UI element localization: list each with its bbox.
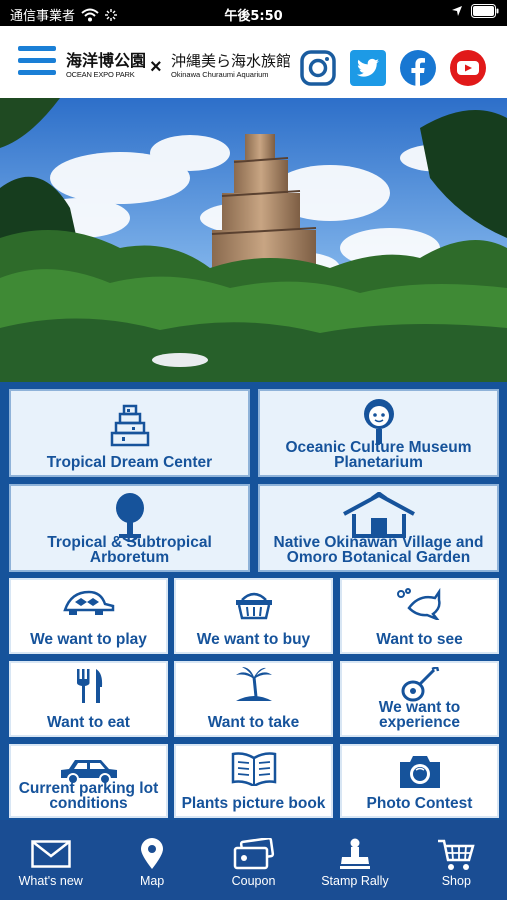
tile-want-to-buy[interactable]: We want to buy [174, 578, 333, 654]
location-arrow-icon [452, 6, 462, 16]
tile-label: Want to take [207, 714, 300, 731]
tab-label: Shop [441, 874, 471, 888]
hero-image-tower [0, 98, 507, 382]
tile-want-to-experience[interactable]: We want to experience [340, 661, 499, 737]
clock: 午後5:50 [224, 9, 283, 24]
stamp-icon [339, 838, 370, 869]
tile-label: We want to experience [378, 699, 461, 731]
logo2-en: Okinawa Churaumi Aquarium [171, 70, 269, 79]
tab-map[interactable]: Map [101, 820, 202, 900]
battery-icon [471, 4, 499, 18]
tab-label: Map [139, 874, 165, 888]
dolphin-icon [396, 587, 441, 620]
tile-plants-picture-book[interactable]: Plants picture book [174, 744, 333, 818]
tile-label: Photo Contest [366, 795, 473, 812]
tile-label: Current parking lot conditions [18, 780, 159, 812]
tile-native-okinawan-village[interactable]: Native Okinawan Village and Omoro Botani… [258, 484, 499, 572]
sanshin-icon [401, 667, 439, 702]
envelope-icon [30, 840, 71, 868]
book-icon [231, 752, 276, 786]
tile-want-to-play[interactable]: We want to play [9, 578, 168, 654]
house-icon [342, 492, 415, 538]
instagram-icon[interactable] [300, 50, 336, 86]
tile-label: Oceanic Culture Museum Planetarium [285, 439, 472, 471]
turtle-icon [62, 590, 114, 615]
status-right [451, 4, 499, 18]
tile-photo-contest[interactable]: Photo Contest [340, 744, 499, 818]
tile-label: Native Okinawan Village and Omoro Botani… [273, 534, 484, 566]
twitter-icon[interactable] [350, 50, 386, 86]
facebook-icon[interactable] [400, 50, 436, 86]
tile-parking-conditions[interactable]: Current parking lot conditions [9, 744, 168, 818]
basket-icon [235, 592, 272, 620]
app-root: 通信事業者 午後5:50 海洋博公園 OCEAN EXPO PARK × 沖縄美… [0, 0, 507, 900]
tab-stamp-rally[interactable]: Stamp Rally [304, 820, 405, 900]
tab-coupon[interactable]: Coupon [203, 820, 304, 900]
logo2-jp: 沖縄美ら海水族館 [171, 52, 292, 70]
tile-want-to-eat[interactable]: Want to eat [9, 661, 168, 737]
logo1-jp: 海洋博公園 [66, 51, 147, 70]
tile-label: Tropical & Subtropical Arboretum [47, 534, 212, 566]
bottom-tab-bar: What's new Map Coupon Stamp Rally Shop [0, 820, 507, 900]
youtube-icon[interactable] [450, 50, 486, 86]
tile-label: Tropical Dream Center [46, 454, 213, 471]
menu-grid: Tropical Dream Center Oceanic Culture Mu… [0, 382, 507, 820]
tab-label: Coupon [231, 874, 276, 888]
tile-tropical-dream-center[interactable]: Tropical Dream Center [9, 389, 250, 477]
map-pin-icon [141, 838, 164, 869]
cart-icon [438, 839, 475, 870]
ocean-expo-park-logo[interactable]: 海洋博公園 OCEAN EXPO PARK [66, 51, 148, 80]
hamburger-menu-icon[interactable] [18, 46, 56, 78]
palm-island-icon [235, 667, 272, 701]
tile-label: Plants picture book [181, 795, 326, 812]
tile-label: Want to see [376, 631, 463, 648]
tile-label: We want to play [30, 631, 147, 648]
fork-knife-icon [76, 669, 102, 703]
tile-want-to-see[interactable]: Want to see [340, 578, 499, 654]
tile-label: We want to buy [196, 631, 311, 648]
logo-separator: × [150, 56, 162, 78]
tab-whats-new[interactable]: What's new [0, 820, 101, 900]
mascot-icon [363, 399, 394, 444]
tile-want-to-take[interactable]: Want to take [174, 661, 333, 737]
tile-arboretum[interactable]: Tropical & Subtropical Arboretum [9, 484, 250, 572]
tab-shop[interactable]: Shop [406, 820, 507, 900]
status-bar: 通信事業者 午後5:50 [0, 0, 507, 26]
tile-oceanic-culture-museum[interactable]: Oceanic Culture Museum Planetarium [258, 389, 499, 477]
churaumi-aquarium-logo[interactable]: 沖縄美ら海水族館 Okinawa Churaumi Aquarium [171, 52, 297, 79]
camera-icon [399, 756, 440, 788]
app-header: 海洋博公園 OCEAN EXPO PARK × 沖縄美ら海水族館 Okinawa… [0, 26, 507, 98]
logo1-en: OCEAN EXPO PARK [66, 70, 135, 79]
tile-label: Want to eat [47, 714, 130, 731]
tower-icon [110, 404, 149, 447]
hero-illustration [0, 98, 507, 382]
tab-label: Stamp Rally [321, 874, 389, 888]
tab-label: What's new [18, 874, 83, 888]
coupon-icon [233, 838, 274, 870]
